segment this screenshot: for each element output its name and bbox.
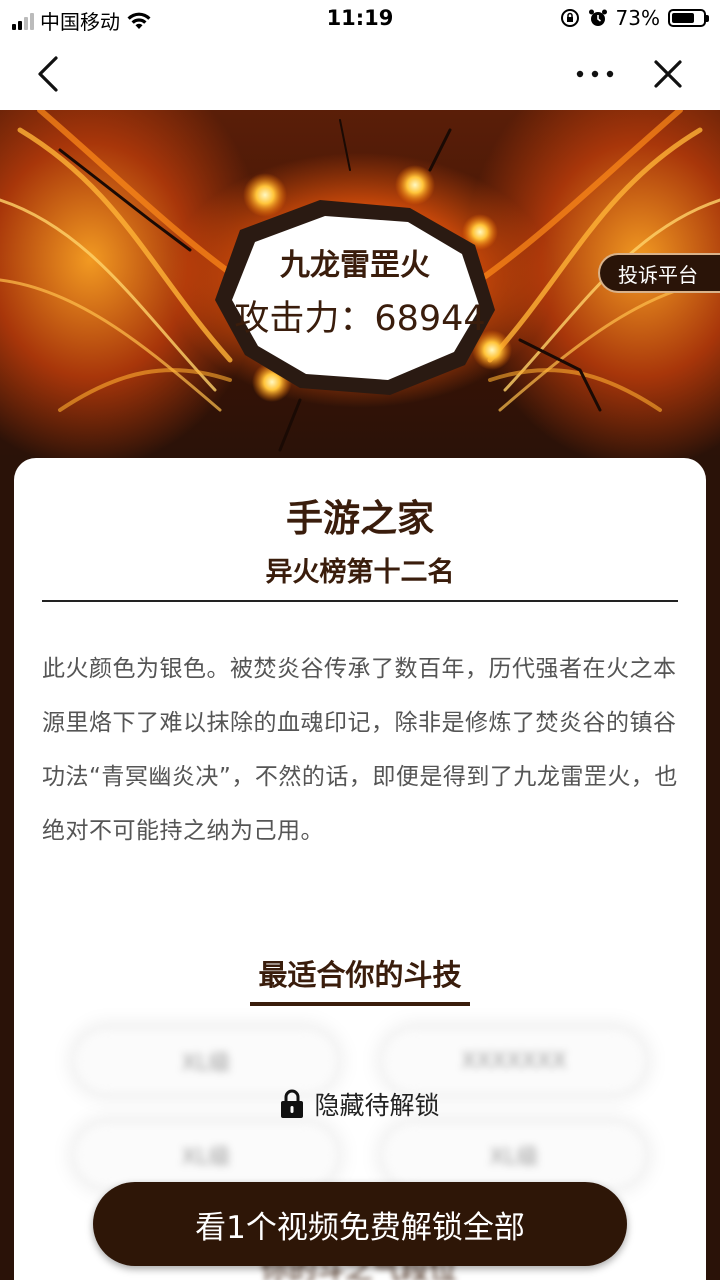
content-card: 手游之家 异火榜第十二名 此火颜色为银色。被焚炎谷传承了数百年，历代强者在火之本…: [14, 458, 706, 1280]
blurred-skill-pill: XL级: [76, 1030, 336, 1092]
more-dots-icon[interactable]: [570, 52, 620, 96]
locked-notice: 隐藏待解锁: [14, 1086, 706, 1122]
unlock-all-button[interactable]: 看1个视频免费解锁全部: [93, 1182, 627, 1266]
alarm-icon: [588, 9, 607, 26]
battery-level: [672, 13, 694, 23]
battery-percent: 73%: [615, 6, 660, 30]
rotation-lock-icon: [560, 9, 579, 27]
nav-bar: [0, 38, 720, 110]
blurred-skill-pill: XXXXXXX: [384, 1030, 644, 1092]
locked-label: 隐藏待解锁: [314, 1091, 440, 1120]
rank-subtitle: 异火榜第十二名: [265, 557, 455, 588]
battery-icon: [668, 9, 709, 27]
section-title: 最适合你的斗技: [258, 958, 462, 992]
blurred-skill-pill: XL级: [76, 1124, 336, 1186]
divider: [42, 600, 678, 602]
lock-icon: [281, 1089, 304, 1118]
status-bar: 中国移动 11:19 73%: [0, 0, 720, 38]
chevron-left-icon[interactable]: [28, 52, 72, 96]
card-title: 手游之家: [286, 497, 434, 540]
complaint-button[interactable]: 投诉平台: [598, 253, 720, 293]
attack-power: 攻击力：68944: [234, 299, 486, 339]
status-right: 73%: [560, 6, 709, 30]
section-underline: [250, 1002, 470, 1006]
hero-banner: 九龙雷罡火 攻击力：68944 投诉平台: [0, 110, 720, 460]
fire-description: 此火颜色为银色。被焚炎谷传承了数百年，历代强者在火之本源里烙下了难以抹除的血魂印…: [42, 656, 678, 844]
close-icon[interactable]: [646, 52, 690, 96]
fire-name: 九龙雷罡火: [280, 248, 430, 283]
blurred-skill-pill: XL级: [384, 1124, 644, 1186]
